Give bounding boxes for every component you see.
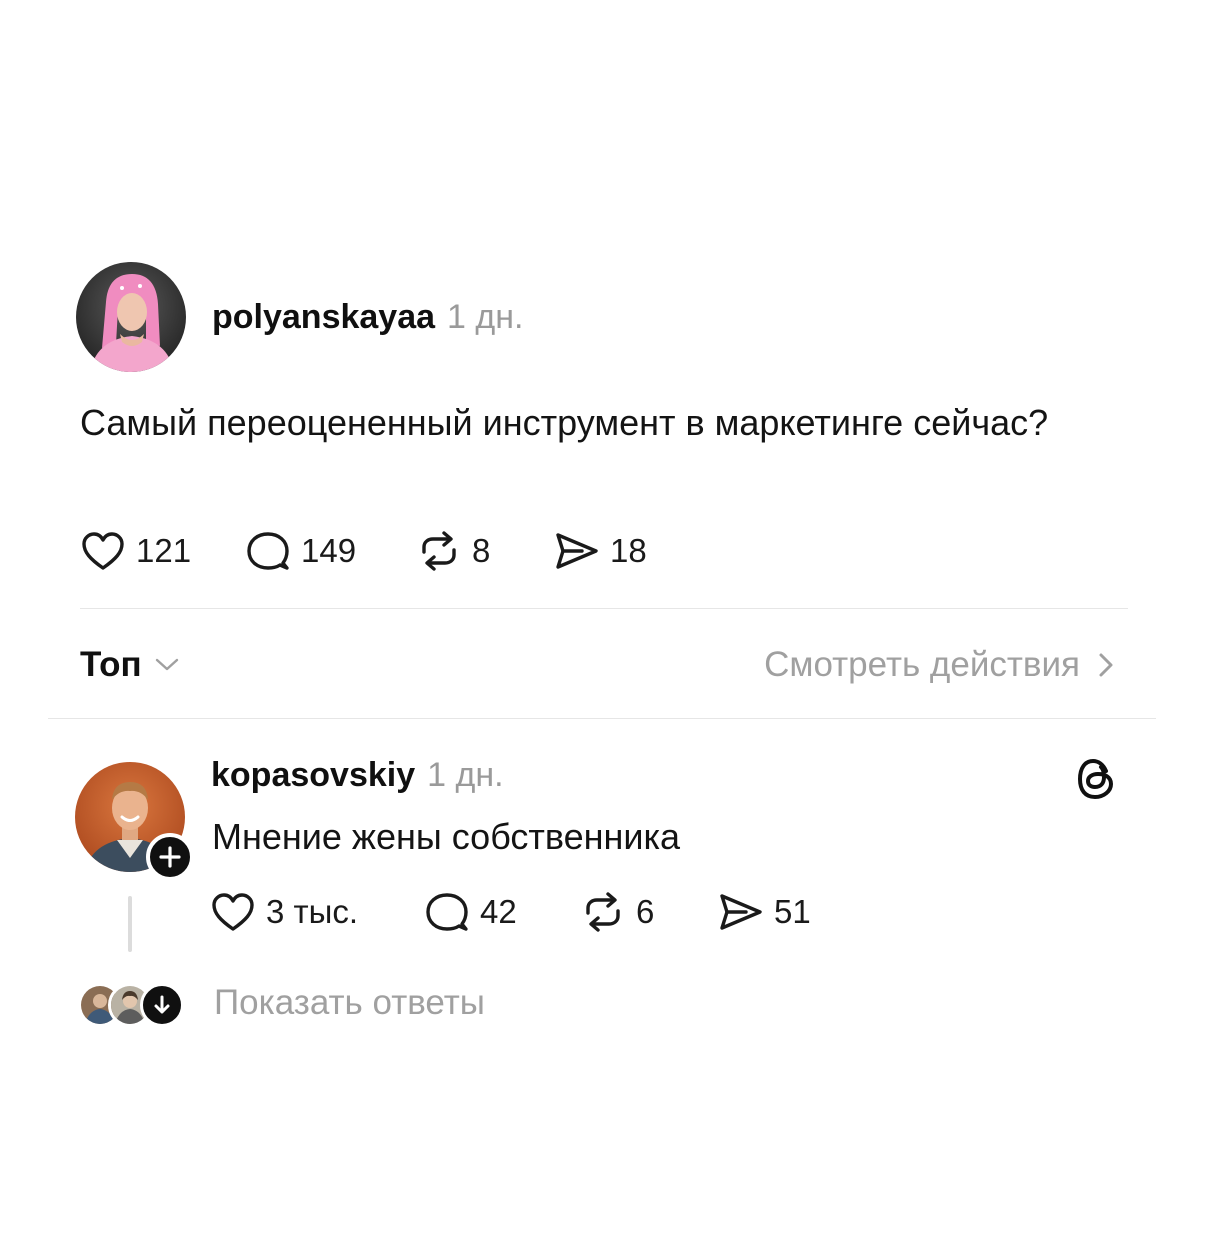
post-like-count: 121 (136, 532, 192, 569)
reply-timestamp: 1 дн. (427, 756, 504, 794)
reply-avatar-wrap (75, 762, 195, 882)
view-activity-link[interactable]: Смотреть действия (764, 645, 1114, 685)
follow-button[interactable] (146, 833, 194, 881)
post-comment-button[interactable]: 149 (245, 530, 416, 572)
reply-like-count: 3 тыс. (266, 893, 359, 930)
reply-author-line: kopasovskiy 1 дн. (211, 756, 504, 795)
comment-bubble-icon (426, 893, 468, 931)
post-timestamp: 1 дн. (447, 297, 524, 336)
divider (48, 718, 1156, 719)
post-username[interactable]: polyanskayaa (212, 298, 435, 337)
post-author-avatar[interactable] (76, 262, 186, 372)
reply-username[interactable]: kopasovskiy (211, 756, 415, 795)
replier-avatars (78, 980, 186, 1027)
reply-actions: 3 тыс. 42 6 51 (210, 887, 811, 937)
reply-repost-button[interactable]: 6 (580, 891, 718, 933)
post-share-count: 18 (610, 532, 647, 569)
reply-comment-button[interactable]: 42 (424, 891, 580, 933)
send-icon (556, 533, 598, 569)
reply-repost-count: 6 (636, 893, 655, 930)
expand-replies-badge (140, 983, 184, 1027)
send-icon (720, 894, 762, 930)
post-repost-button[interactable]: 8 (416, 530, 554, 572)
repost-icon (586, 892, 620, 932)
reply-comment-count: 42 (480, 893, 517, 930)
post-share-button[interactable]: 18 (554, 530, 647, 572)
repost-icon (422, 531, 456, 571)
post-author-line: polyanskayaa 1 дн. (212, 298, 523, 337)
arrow-down-icon (154, 995, 170, 1014)
show-replies-label: Показать ответы (214, 983, 485, 1022)
show-replies-button[interactable]: Показать ответы (78, 980, 485, 1027)
reply-like-button[interactable]: 3 тыс. (210, 891, 424, 933)
post-text: Самый переоцененный инструмент в маркети… (80, 402, 1049, 443)
reply-share-button[interactable]: 51 (718, 891, 811, 933)
sort-bar: Топ Смотреть действия (80, 640, 1114, 690)
post-header: polyanskayaa 1 дн. (76, 262, 523, 372)
reply-text: Мнение жены собственника (212, 816, 681, 857)
sort-dropdown[interactable]: Топ (80, 645, 180, 685)
chevron-right-icon (1099, 653, 1113, 677)
thread-line (128, 896, 132, 952)
view-activity-label: Смотреть действия (764, 645, 1080, 684)
comment-bubble-icon (247, 532, 289, 570)
threads-logo-icon (1078, 759, 1113, 799)
chevron-down-icon (155, 658, 178, 671)
avatar-photo-icon (76, 262, 186, 372)
post-like-button[interactable]: 121 (80, 530, 245, 572)
threads-logo-button[interactable] (1076, 757, 1116, 806)
plus-icon (159, 846, 181, 868)
divider (80, 608, 1128, 609)
heart-icon (82, 532, 124, 570)
sort-label: Топ (80, 645, 142, 684)
reply-share-count: 51 (774, 893, 811, 930)
post-repost-count: 8 (472, 532, 491, 569)
heart-icon (212, 893, 254, 931)
post-actions: 121 149 8 18 (80, 526, 647, 576)
post-comment-count: 149 (301, 532, 357, 569)
